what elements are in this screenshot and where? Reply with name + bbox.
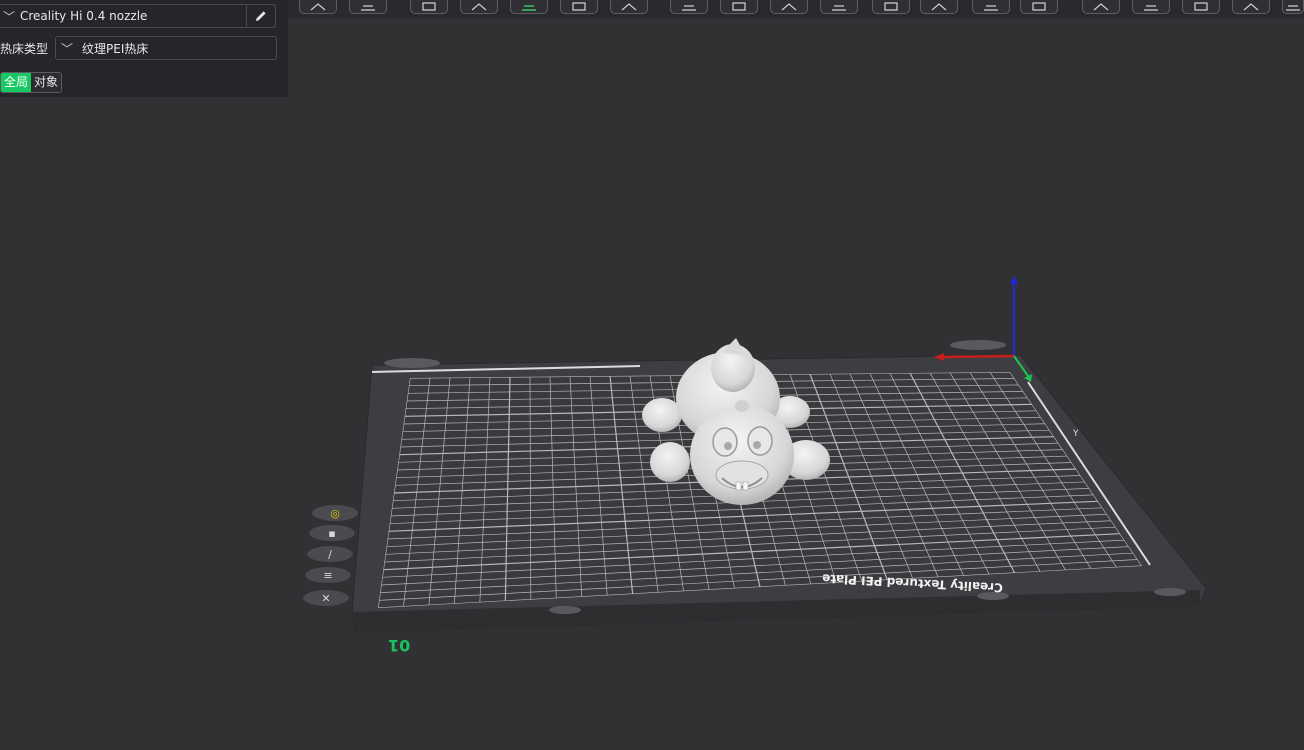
box-button[interactable] xyxy=(972,0,1010,14)
add-object-icon xyxy=(422,2,436,11)
slice-icon xyxy=(621,3,637,11)
split-plate-icon xyxy=(522,5,536,11)
slicer-app: ﹀ Creality Hi 0.4 nozzle 热床类型 ﹀ 纹理PEI热床 … xyxy=(0,0,1304,750)
text-button[interactable] xyxy=(1020,0,1058,14)
arrange-button[interactable] xyxy=(560,0,598,14)
close-icon[interactable]: ✕ xyxy=(303,590,349,606)
mesh-icon xyxy=(1093,3,1109,11)
cube-view-icon xyxy=(310,3,326,11)
plate-number: 01 xyxy=(388,636,411,655)
text-tool-button[interactable] xyxy=(1282,0,1304,14)
shape-icon xyxy=(471,3,487,11)
measure-icon xyxy=(781,3,797,11)
support-button[interactable] xyxy=(820,0,858,14)
ring-icon[interactable]: ◎ xyxy=(312,505,358,521)
grid-view-icon xyxy=(361,5,375,11)
paint-button[interactable] xyxy=(920,0,958,14)
settings-button[interactable] xyxy=(720,0,758,14)
plate-mount-icon xyxy=(1154,588,1186,596)
shape-button[interactable] xyxy=(460,0,498,14)
mesh-button[interactable] xyxy=(1082,0,1120,14)
plate-mount-icon xyxy=(549,606,581,614)
clock-icon xyxy=(1243,3,1259,11)
camera-icon[interactable]: ▪ xyxy=(309,525,355,541)
text-icon xyxy=(1032,2,1046,11)
paint-icon xyxy=(931,3,947,11)
slice-button[interactable] xyxy=(610,0,648,14)
arrange-icon xyxy=(572,2,586,11)
settings-icon xyxy=(732,2,746,11)
scene: Y xyxy=(351,276,1207,633)
layout-button[interactable] xyxy=(670,0,708,14)
clock-button[interactable] xyxy=(1232,0,1270,14)
menu-icon[interactable]: ≡ xyxy=(305,567,351,583)
plate-mount-icon xyxy=(950,340,1006,350)
plate-mount-icon xyxy=(384,358,440,368)
support-icon xyxy=(832,5,846,11)
cut-icon xyxy=(884,2,898,11)
grid-view-button[interactable] xyxy=(349,0,387,14)
measure-button[interactable] xyxy=(770,0,808,14)
split-plate-button[interactable] xyxy=(510,0,548,14)
box-icon xyxy=(984,5,998,11)
assembly-button[interactable] xyxy=(1132,0,1170,14)
cut-button[interactable] xyxy=(872,0,910,14)
wand-icon[interactable]: ∕ xyxy=(307,546,353,562)
add-object-button[interactable] xyxy=(410,0,448,14)
cube-view-button[interactable] xyxy=(299,0,337,14)
network-icon xyxy=(1194,2,1208,11)
axis-label: Y xyxy=(1072,429,1079,439)
3d-viewport[interactable]: Y 01 Creality Textured PEI Plate ◎ ▪ ∕ ≡… xyxy=(0,18,1304,750)
assembly-icon xyxy=(1144,5,1158,11)
network-button[interactable] xyxy=(1182,0,1220,14)
text-tool-icon xyxy=(1286,5,1300,11)
layout-icon xyxy=(682,5,696,11)
